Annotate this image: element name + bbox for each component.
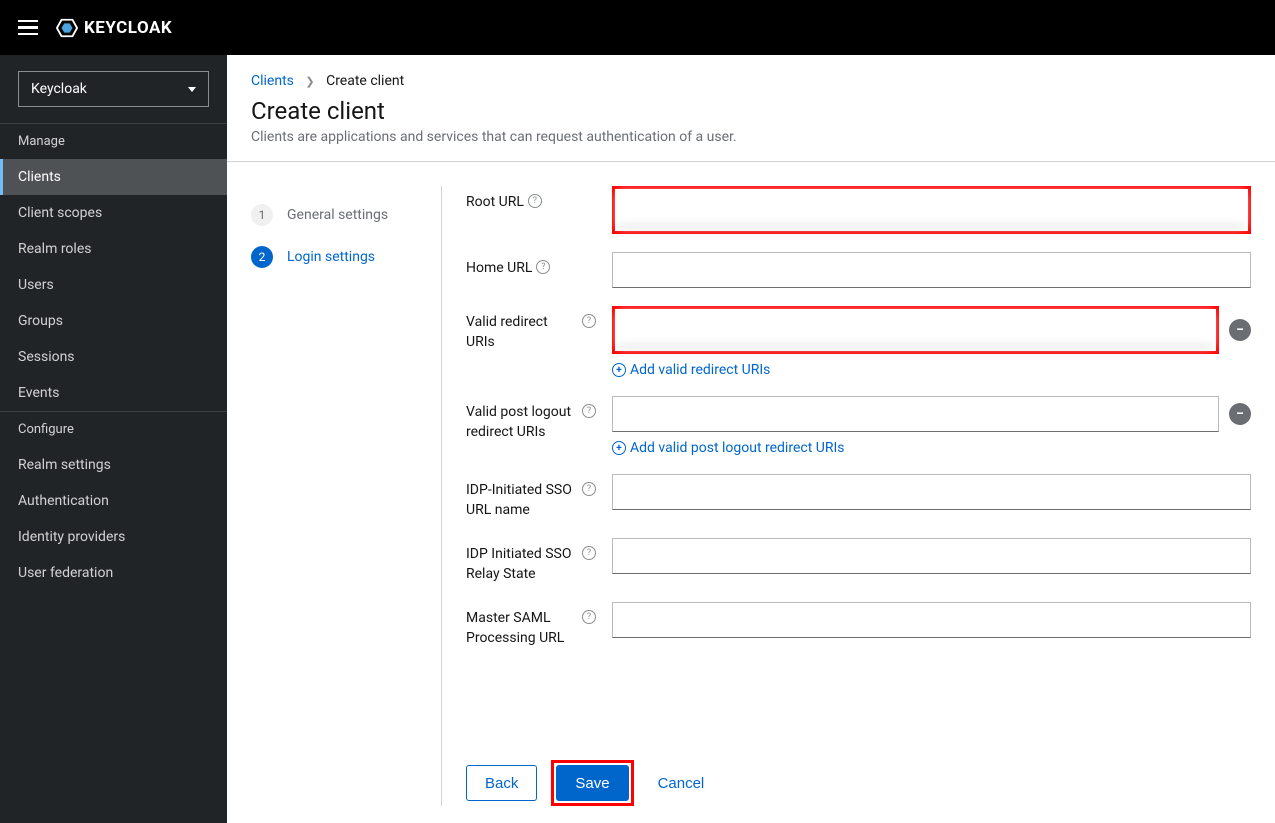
brand-text: KEYCLOAK xyxy=(84,18,172,38)
sidebar-item-realm-settings[interactable]: Realm settings xyxy=(0,447,227,483)
help-icon[interactable]: ? xyxy=(582,404,596,418)
remove-uri-button[interactable]: − xyxy=(1229,403,1251,425)
wizard-form: Root URL ? Home URL ? xyxy=(441,186,1251,806)
root-url-label: Root URL xyxy=(466,193,524,213)
step-label: Login settings xyxy=(287,249,375,265)
idp-sso-relay-state-label: IDP Initiated SSO Relay State xyxy=(466,545,578,584)
plus-circle-icon: + xyxy=(612,363,626,377)
caret-down-icon xyxy=(188,87,196,92)
master-saml-url-input[interactable] xyxy=(612,602,1251,638)
valid-post-logout-label: Valid post logout redirect URIs xyxy=(466,403,578,442)
help-icon[interactable]: ? xyxy=(528,194,542,208)
help-icon[interactable]: ? xyxy=(582,314,596,328)
step-number-badge: 1 xyxy=(251,204,273,226)
breadcrumb-clients-link[interactable]: Clients xyxy=(251,73,294,89)
step-general-settings[interactable]: 1 General settings xyxy=(251,194,441,236)
sidebar-item-groups[interactable]: Groups xyxy=(0,303,227,339)
realm-selector-value: Keycloak xyxy=(31,81,87,97)
chevron-right-icon: ❯ xyxy=(305,75,314,88)
save-button[interactable]: Save xyxy=(556,765,628,801)
sidebar-item-client-scopes[interactable]: Client scopes xyxy=(0,195,227,231)
nav-section-manage: Manage xyxy=(0,123,227,159)
sidebar-item-sessions[interactable]: Sessions xyxy=(0,339,227,375)
sidebar-item-authentication[interactable]: Authentication xyxy=(0,483,227,519)
valid-redirect-uris-label: Valid redirect URIs xyxy=(466,313,578,352)
valid-redirect-uri-input[interactable] xyxy=(618,312,1213,348)
highlight-annotation xyxy=(612,306,1219,354)
sidebar-item-users[interactable]: Users xyxy=(0,267,227,303)
sidebar-item-clients[interactable]: Clients xyxy=(0,159,227,195)
home-url-label: Home URL xyxy=(466,259,532,279)
sidebar: Keycloak Manage Clients Client scopes Re… xyxy=(0,55,227,823)
add-post-logout-uri-link[interactable]: + Add valid post logout redirect URIs xyxy=(612,440,845,456)
wizard-footer-actions: Back Save Cancel xyxy=(466,760,714,806)
help-icon[interactable]: ? xyxy=(536,260,550,274)
home-url-input[interactable] xyxy=(612,252,1251,288)
idp-sso-url-name-input[interactable] xyxy=(612,474,1251,510)
realm-selector[interactable]: Keycloak xyxy=(18,71,209,107)
step-number-badge: 2 xyxy=(251,246,273,268)
breadcrumb: Clients ❯ Create client xyxy=(227,55,1275,89)
back-button[interactable]: Back xyxy=(466,765,537,801)
plus-circle-icon: + xyxy=(612,441,626,455)
nav-section-configure: Configure xyxy=(0,411,227,447)
help-icon[interactable]: ? xyxy=(582,610,596,624)
menu-toggle-icon[interactable] xyxy=(18,20,38,36)
remove-uri-button[interactable]: − xyxy=(1229,319,1251,341)
master-saml-url-label: Master SAML Processing URL xyxy=(466,609,578,648)
valid-post-logout-uri-input[interactable] xyxy=(612,396,1219,432)
idp-sso-relay-state-input[interactable] xyxy=(612,538,1251,574)
page-header: Create client Clients are applications a… xyxy=(227,89,1275,162)
cancel-button[interactable]: Cancel xyxy=(648,765,715,801)
idp-sso-url-name-label: IDP-Initiated SSO URL name xyxy=(466,481,578,520)
sidebar-item-events[interactable]: Events xyxy=(0,375,227,411)
add-valid-redirect-uri-link[interactable]: + Add valid redirect URIs xyxy=(612,362,770,378)
help-icon[interactable]: ? xyxy=(582,482,596,496)
brand-logo[interactable]: KEYCLOAK xyxy=(56,17,172,39)
sidebar-item-user-federation[interactable]: User federation xyxy=(0,555,227,591)
page-description: Clients are applications and services th… xyxy=(251,129,1251,145)
main-content: Clients ❯ Create client Create client Cl… xyxy=(227,55,1275,823)
sidebar-item-identity-providers[interactable]: Identity providers xyxy=(0,519,227,555)
breadcrumb-current: Create client xyxy=(326,73,404,89)
highlight-annotation: Save xyxy=(551,760,633,806)
app-header: KEYCLOAK xyxy=(0,0,1275,55)
root-url-input[interactable] xyxy=(618,192,1245,228)
keycloak-logo-icon xyxy=(56,17,78,39)
wizard-steps: 1 General settings 2 Login settings xyxy=(251,186,441,806)
sidebar-item-realm-roles[interactable]: Realm roles xyxy=(0,231,227,267)
highlight-annotation xyxy=(612,186,1251,234)
help-icon[interactable]: ? xyxy=(582,546,596,560)
page-title: Create client xyxy=(251,97,1251,125)
step-login-settings[interactable]: 2 Login settings xyxy=(251,236,441,278)
step-label: General settings xyxy=(287,207,388,223)
